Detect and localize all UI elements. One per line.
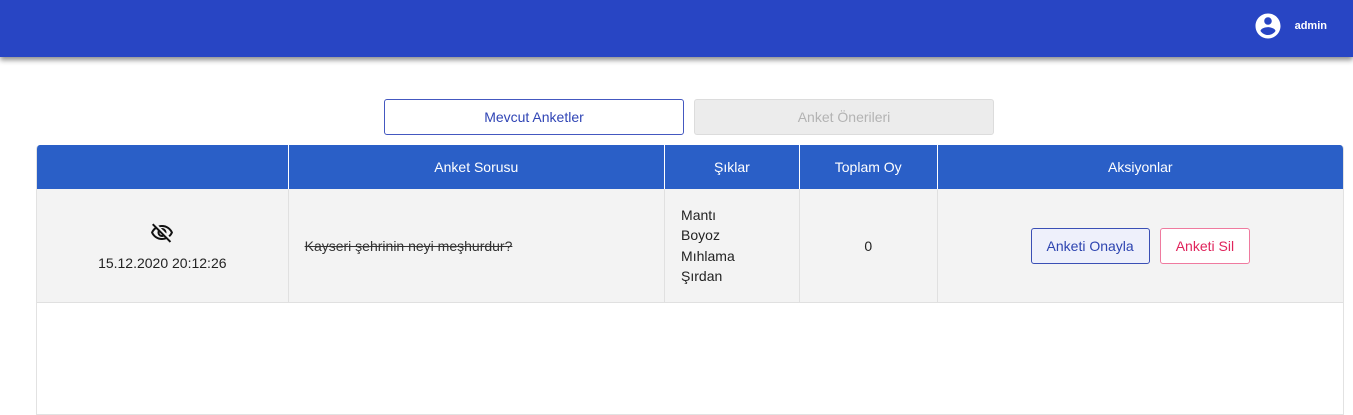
option-item: Boyoz <box>681 227 720 243</box>
question-text: Kayseri şehrinin neyi meşhurdur? <box>304 237 513 254</box>
tab-survey-suggestions: Anket Önerileri <box>694 99 994 135</box>
question-cell: Kayseri şehrinin neyi meşhurdur? <box>289 189 666 302</box>
column-header-total-votes: Toplam Oy <box>800 145 938 189</box>
user-menu[interactable]: admin <box>1253 11 1327 41</box>
tab-existing-surveys[interactable]: Mevcut Anketler <box>384 99 684 135</box>
survey-table: Anket Sorusu Şıklar Toplam Oy Aksiyonlar… <box>36 145 1344 415</box>
total-votes-cell: 0 <box>800 189 938 302</box>
status-cell: 15.12.2020 20:12:26 <box>37 189 289 302</box>
table-header: Anket Sorusu Şıklar Toplam Oy Aksiyonlar <box>37 145 1343 189</box>
created-date: 15.12.2020 20:12:26 <box>98 254 227 271</box>
option-item: Şırdan <box>681 268 723 284</box>
option-item: Mıhlama <box>681 247 735 264</box>
options-cell: Mantı Boyoz Mıhlama Şırdan <box>665 189 800 302</box>
column-header-status <box>37 145 289 189</box>
option-item: Mantı <box>681 206 717 223</box>
approve-survey-button[interactable]: Anketi Onayla <box>1030 227 1150 264</box>
app-bar: admin <box>0 0 1353 57</box>
actions-cell: Anketi Onayla Anketi Sil <box>938 189 1343 302</box>
column-header-question: Anket Sorusu <box>289 145 666 189</box>
total-votes-value: 0 <box>864 237 873 254</box>
eye-off-icon[interactable] <box>150 221 174 248</box>
column-header-actions: Aksiyonlar <box>1108 159 1173 175</box>
column-header-options: Şıklar <box>665 145 800 189</box>
account-circle-icon[interactable] <box>1253 11 1283 41</box>
table-row: 15.12.2020 20:12:26 Kayseri şehrinin ney… <box>37 189 1343 303</box>
survey-tabs: Mevcut Anketler Anket Önerileri <box>384 99 994 135</box>
delete-survey-button[interactable]: Anketi Sil <box>1159 227 1251 264</box>
username: admin <box>1294 20 1327 32</box>
